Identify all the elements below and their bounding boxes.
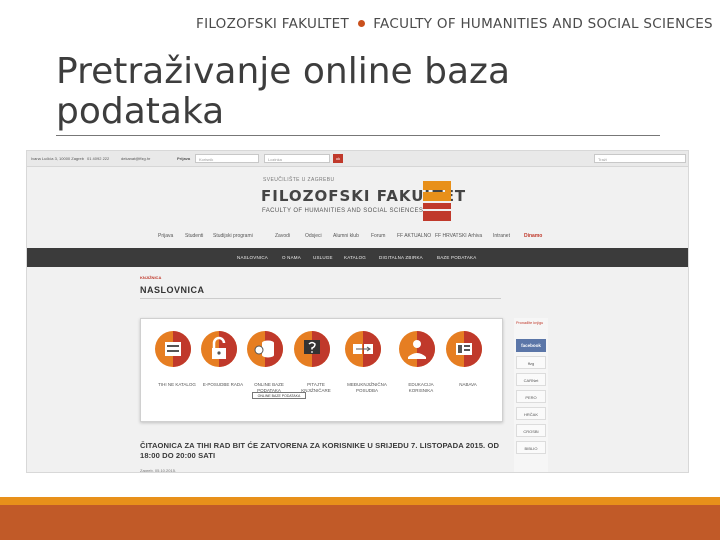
tile-online-databases[interactable]: ONLINE BAZE PODATAKA [247,331,291,394]
library-services-panel: TIHI NE KATALOG E-POSUDBE RADA ONLINE BA… [140,318,503,422]
partner-badge[interactable]: ffzg [516,356,546,369]
site-topbar: Ivana Lučića 3, 10000 Zagreb 01 4092 222… [27,151,688,167]
nav-item[interactable]: Alumni klub [333,233,359,239]
lock-icon [201,331,237,367]
news-headline[interactable]: ČITAONICA ZA TIHI RAD BIT ĆE ZATVORENA Z… [140,441,510,461]
tile-label: MEĐUKNJIŽNIČNA POSUDBA [347,382,387,393]
nav-item[interactable]: FF AKTUALNO [397,233,431,239]
nav-item[interactable]: Forum [371,233,385,239]
breadcrumb[interactable]: KNJIŽNICA [140,275,161,280]
tile-e-loans[interactable]: E-POSUDBE RADA [201,331,245,388]
library-nav-item[interactable]: USLUGE [313,255,333,260]
page-heading: NASLOVNICA [140,285,205,295]
tile-purchasing[interactable]: NABAVA [446,331,490,388]
site-logo-area: SVEUČILIŠTE U ZAGREBU FILOZOFSKI FAKULTE… [27,167,688,227]
hover-tooltip: ONLINE BAZE PODATAKA [252,392,306,399]
footer-stripe [0,497,720,505]
catalog-icon [155,331,191,367]
library-nav-item[interactable]: DIGITALNA ZBIRKA [379,255,423,260]
partner-badge[interactable]: CARNet [516,373,546,386]
library-nav-item[interactable]: KATALOG [344,255,366,260]
sidebar-title[interactable]: Pronađite knjigu [516,321,548,326]
slide-title: Pretraživanje online baza podataka [56,51,511,132]
news-date: Zagreb, 05.10.2015. [140,468,177,473]
nav-item[interactable]: Intranet [493,233,510,239]
nav-item[interactable]: Prijava [158,233,173,239]
tile-user-education[interactable]: EDUKACIJA KORISNIKA [399,331,443,394]
tile-ask-librarian[interactable]: PITAJTE KNJIŽNIČARE [294,331,338,394]
faculty-logo-icon[interactable] [423,181,451,221]
address-text: Ivana Lučića 3, 10000 Zagreb [31,156,84,161]
tile-interlibrary-loan[interactable]: MEĐUKNJIŽNIČNA POSUDBA [345,331,389,394]
site-search-input[interactable]: Traži [594,154,686,163]
slide-footer [0,505,720,540]
facebook-button[interactable]: facebook [516,339,546,352]
nav-item[interactable]: FF HRVATSKI [435,233,467,239]
title-rule [56,135,660,136]
library-nav-bar: NASLOVNICA O NAMA USLUGE KATALOG DIGITAL… [27,248,688,267]
tile-label: NABAVA [459,382,477,387]
site-sidebar: Pronađite knjigu facebook ffzg CARNet PE… [514,318,548,472]
slide-header: FILOZOFSKI FAKULTET FACULTY OF HUMANITIE… [196,16,713,32]
exchange-icon [345,331,381,367]
password-input[interactable]: Lozinka [264,154,330,163]
username-input[interactable]: Korisnik [195,154,259,163]
library-nav-item[interactable]: NASLOVNICA [237,255,268,260]
phone-text: 01 4092 222 [87,156,110,161]
partner-badge[interactable]: PERO [516,390,546,403]
login-label: Prijava [177,156,191,161]
tile-label: EDUKACIJA KORISNIKA [408,382,434,393]
partner-badge[interactable]: BIBLIO [516,441,546,454]
tile-catalog[interactable]: TIHI NE KATALOG [155,331,199,388]
tile-label: TIHI NE KATALOG [158,382,196,387]
logo-sup: SVEUČILIŠTE U ZAGREBU [263,177,335,183]
partner-badge[interactable]: CROSBI [516,424,546,437]
education-icon [399,331,435,367]
nav-item[interactable]: Studijski programi [213,233,253,239]
header-dot [357,20,365,27]
purchase-icon [446,331,482,367]
logo-sub: FACULTY OF HUMANITIES AND SOCIAL SCIENCE… [262,208,424,214]
library-nav-item[interactable]: BAZE PODATAKA [437,255,476,260]
login-button[interactable]: ok [333,154,343,163]
question-icon [294,331,330,367]
nav-item[interactable]: Arhiva [468,233,482,239]
page-heading-rule [140,298,501,299]
site-main-nav: Prijava Studenti Studijski programi Zavo… [27,229,688,243]
nav-item[interactable]: Dinamo [524,233,542,239]
database-icon [247,331,283,367]
nav-item[interactable]: Odsjeci [305,233,322,239]
website-screenshot: Ivana Lučića 3, 10000 Zagreb 01 4092 222… [26,150,689,473]
library-nav-item[interactable]: O NAMA [282,255,301,260]
partner-badge[interactable]: HRČAK [516,407,546,420]
header-left: FILOZOFSKI FAKULTET [196,16,350,32]
email-text[interactable]: dekanat@ffzg.hr [121,156,150,161]
tile-label: E-POSUDBE RADA [202,382,244,387]
header-right: FACULTY OF HUMANITIES AND SOCIAL SCIENCE… [373,16,713,32]
nav-item[interactable]: Zavodi [275,233,290,239]
nav-item[interactable]: Studenti [185,233,203,239]
